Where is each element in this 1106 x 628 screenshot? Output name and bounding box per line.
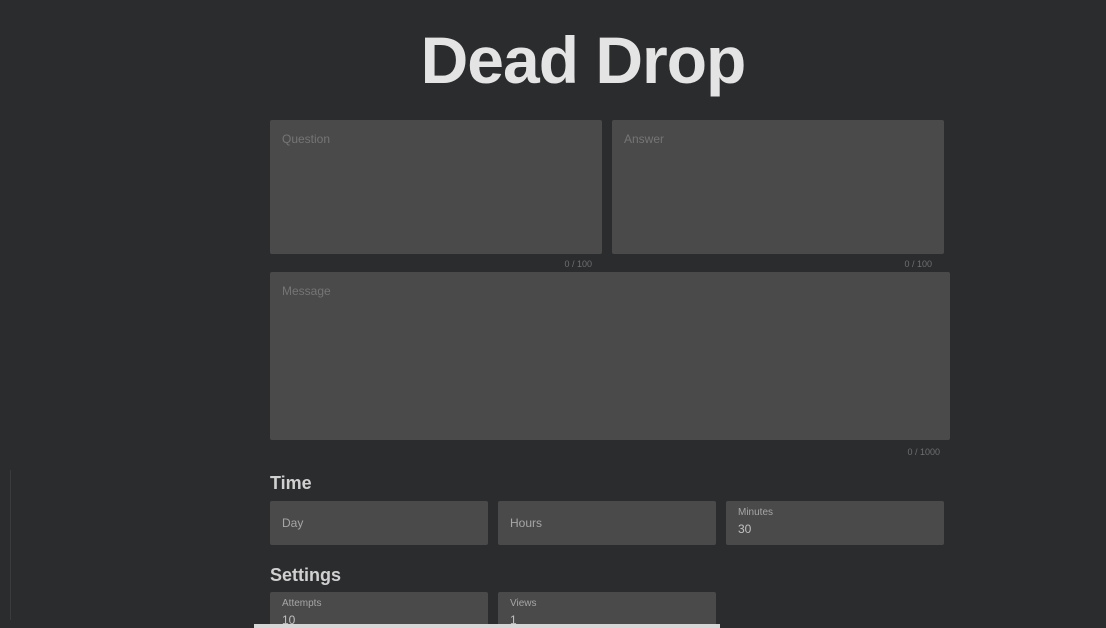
views-input[interactable]: Views 1 [498,592,716,628]
minutes-value: 30 [738,522,752,536]
page-title: Dead Drop [420,23,747,97]
views-label: Views [510,598,537,609]
settings-section-label: Settings [270,565,342,585]
submit-button-edge[interactable] [254,624,720,628]
message-counter: 0 / 1000 [907,447,940,457]
day-input[interactable]: Day [270,501,488,545]
time-section-label: Time [270,473,312,493]
answer-input[interactable] [612,120,944,254]
attempts-label: Attempts [282,598,322,609]
question-counter: 0 / 100 [564,259,592,269]
question-input[interactable] [270,120,602,254]
attempts-input[interactable]: Attempts 10 [270,592,488,628]
day-label: Day [282,516,304,530]
hours-label: Hours [510,516,543,530]
hours-input[interactable]: Hours [498,501,716,545]
dead-drop-page: Dead Drop 0 / 100 0 / 100 0 / 1000 Time … [0,0,1106,628]
answer-counter: 0 / 100 [904,259,932,269]
minutes-label: Minutes [738,507,774,518]
message-input[interactable] [270,272,950,440]
window-edge [10,470,11,620]
minutes-input[interactable]: Minutes 30 [726,501,944,545]
